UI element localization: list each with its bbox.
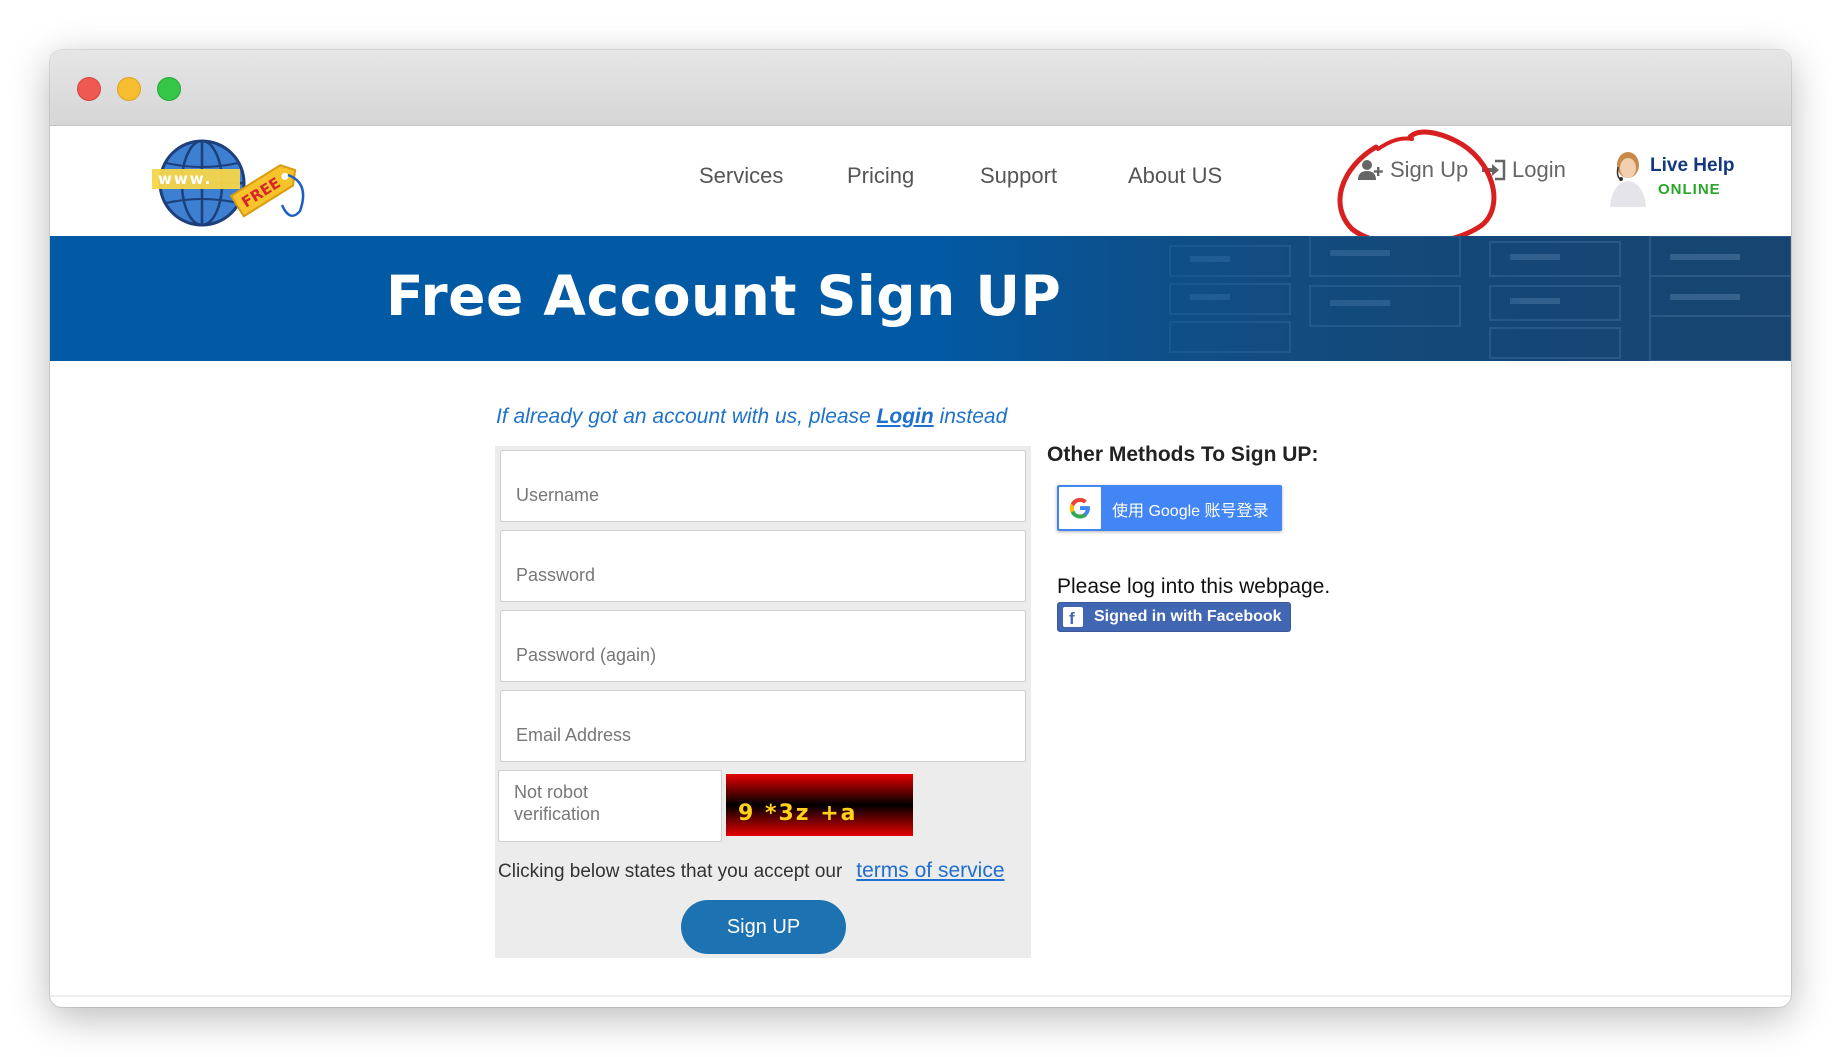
live-help-status: ONLINE xyxy=(1658,181,1721,198)
facebook-signin-label: Signed in with Facebook xyxy=(1094,608,1282,625)
minimize-window-button[interactable] xyxy=(117,77,141,101)
email-field-wrapper xyxy=(500,690,1026,762)
add-user-icon xyxy=(1358,160,1383,180)
google-logo-box xyxy=(1059,487,1101,529)
nav-signup-link[interactable]: Sign Up xyxy=(1358,157,1468,183)
maximize-window-button[interactable] xyxy=(157,77,181,101)
page-hero-banner: Free Account Sign UP xyxy=(50,236,1791,361)
captcha-text: 9 *3z +a xyxy=(738,801,858,826)
live-help-widget[interactable]: Live Help ONLINE xyxy=(1606,149,1746,209)
nav-signup-label: Sign Up xyxy=(1390,157,1469,182)
captcha-input[interactable]: Not robot verification xyxy=(498,770,722,842)
existing-account-prefix: If already got an account with us, pleas… xyxy=(496,405,871,428)
site-navbar: www. FREE Services Pricing Support About… xyxy=(50,127,1791,247)
page-title: Free Account Sign UP xyxy=(386,264,1062,328)
support-agent-avatar xyxy=(1610,152,1646,207)
username-field-wrapper xyxy=(500,450,1026,522)
existing-account-login-link[interactable]: Login xyxy=(877,405,934,428)
password-again-input[interactable] xyxy=(501,611,1025,681)
other-methods-title: Other Methods To Sign UP: xyxy=(1047,443,1319,466)
page-bottom-divider xyxy=(50,995,1791,997)
google-signin-label: 使用 Google 账号登录 xyxy=(1112,503,1269,520)
existing-account-prompt: If already got an account with us, pleas… xyxy=(496,405,1007,429)
password-field-wrapper xyxy=(500,530,1026,602)
window-titlebar xyxy=(50,50,1791,126)
username-input[interactable] xyxy=(501,451,1025,521)
nav-login-link[interactable]: Login xyxy=(1482,157,1566,183)
terms-notice: Clicking below states that you accept ou… xyxy=(498,859,1005,883)
close-window-button[interactable] xyxy=(77,77,101,101)
captcha-image: 9 *3z +a xyxy=(726,774,913,836)
facebook-icon: f xyxy=(1063,607,1083,628)
existing-account-suffix: instead xyxy=(939,405,1008,428)
nav-about-link[interactable]: About US xyxy=(1128,163,1222,189)
annotation-circle xyxy=(1337,129,1497,247)
screenshot-stage: www. FREE Services Pricing Support About… xyxy=(0,0,1841,1057)
signup-submit-button[interactable]: Sign UP xyxy=(681,900,846,954)
facebook-login-note: Please log into this webpage. xyxy=(1057,575,1331,598)
live-help-title: Live Help xyxy=(1650,155,1735,176)
nav-support-link[interactable]: Support xyxy=(980,163,1057,189)
sign-in-icon xyxy=(1482,159,1506,181)
facebook-signin-button[interactable]: f Signed in with Facebook xyxy=(1057,602,1291,632)
email-input[interactable] xyxy=(501,691,1025,761)
google-signin-button[interactable]: 使用 Google 账号登录 xyxy=(1057,485,1282,531)
nav-login-label: Login xyxy=(1512,157,1566,182)
captcha-placeholder: Not robot verification xyxy=(514,782,601,824)
site-logo[interactable]: www. FREE xyxy=(150,135,310,227)
terms-notice-text: Clicking below states that you accept ou… xyxy=(498,861,843,882)
browser-window: www. FREE Services Pricing Support About… xyxy=(50,50,1791,1007)
signup-form: Not robot verification 9 *3z +a Clicking… xyxy=(495,446,1031,958)
terms-of-service-link[interactable]: terms of service xyxy=(856,859,1004,882)
nav-pricing-link[interactable]: Pricing xyxy=(847,163,914,189)
password-input[interactable] xyxy=(501,531,1025,601)
google-g-icon xyxy=(1069,497,1090,519)
nav-services-link[interactable]: Services xyxy=(699,163,783,189)
password-again-field-wrapper xyxy=(500,610,1026,682)
logo-www-text: www. xyxy=(158,170,212,188)
